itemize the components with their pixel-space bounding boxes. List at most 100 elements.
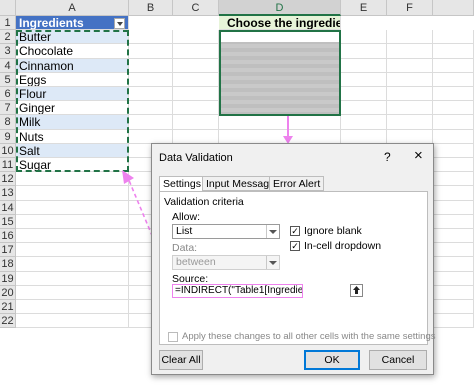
tab-input-message[interactable]: Input Message <box>202 176 279 191</box>
ok-button[interactable]: OK <box>304 350 360 370</box>
grid-cell[interactable] <box>173 129 219 144</box>
grid-cell[interactable] <box>433 271 474 286</box>
row-header[interactable]: 14 <box>0 200 16 215</box>
grid-cell[interactable] <box>433 30 474 45</box>
grid-cell[interactable] <box>433 214 474 229</box>
help-button[interactable]: ? <box>384 150 391 164</box>
selected-range-d[interactable] <box>219 30 341 116</box>
grid-cell[interactable] <box>341 129 387 144</box>
column-header-a[interactable]: A <box>16 0 129 16</box>
grid-cell[interactable] <box>16 271 129 286</box>
grid-cell[interactable] <box>387 58 433 73</box>
apply-all-checkbox[interactable] <box>168 332 178 342</box>
grid-cell[interactable] <box>16 186 129 201</box>
grid-cell[interactable] <box>341 30 387 45</box>
grid-cell[interactable] <box>433 257 474 272</box>
grid-cell[interactable] <box>433 172 474 187</box>
row-header[interactable]: 4 <box>0 58 16 73</box>
grid-cell[interactable] <box>173 58 219 73</box>
allow-select[interactable]: List <box>172 224 280 239</box>
grid-cell[interactable] <box>16 314 129 329</box>
grid-cell[interactable] <box>433 143 474 158</box>
collapse-dialog-button[interactable] <box>350 284 363 297</box>
column-header-f[interactable]: F <box>387 0 433 16</box>
grid-cell[interactable] <box>219 129 341 144</box>
column-header-c[interactable]: C <box>173 0 219 16</box>
grid-cell[interactable] <box>16 285 129 300</box>
grid-cell[interactable] <box>433 285 474 300</box>
grid-cell[interactable] <box>387 30 433 45</box>
row-header[interactable]: 21 <box>0 300 16 315</box>
row-header[interactable]: 3 <box>0 44 16 59</box>
grid-cell[interactable] <box>341 115 387 130</box>
column-header-g[interactable] <box>433 0 474 16</box>
row-header[interactable]: 12 <box>0 172 16 187</box>
grid-cell[interactable] <box>129 30 173 45</box>
grid-cell[interactable] <box>341 72 387 87</box>
grid-cell[interactable] <box>173 87 219 102</box>
ignore-blank-checkbox[interactable]: ✓ <box>290 226 300 236</box>
grid-cell[interactable] <box>387 115 433 130</box>
table-header-ingredients[interactable]: Ingredients <box>16 16 129 30</box>
grid-cell[interactable] <box>129 72 173 87</box>
grid-cell[interactable] <box>387 87 433 102</box>
grid-cell[interactable] <box>173 115 219 130</box>
column-header-d[interactable]: D <box>219 0 341 16</box>
grid-cell[interactable] <box>433 72 474 87</box>
grid-cell[interactable] <box>387 101 433 116</box>
grid-cell[interactable] <box>433 58 474 73</box>
grid-cell[interactable] <box>219 115 341 130</box>
column-header-e[interactable]: E <box>341 0 387 16</box>
cancel-button[interactable]: Cancel <box>369 350 427 370</box>
row-header[interactable]: 18 <box>0 257 16 272</box>
grid-cell[interactable] <box>16 200 129 215</box>
row-header[interactable]: 6 <box>0 87 16 102</box>
grid-cell[interactable] <box>173 44 219 59</box>
in-cell-dropdown-checkbox[interactable]: ✓ <box>290 241 300 251</box>
tab-settings[interactable]: Settings <box>159 176 205 192</box>
grid-cell[interactable] <box>129 115 173 130</box>
grid-cell[interactable] <box>341 44 387 59</box>
row-header[interactable]: 2 <box>0 30 16 45</box>
grid-cell[interactable] <box>387 44 433 59</box>
grid-cell[interactable] <box>387 129 433 144</box>
grid-cell[interactable] <box>341 101 387 116</box>
grid-cell[interactable] <box>433 314 474 329</box>
row-header[interactable]: 17 <box>0 243 16 258</box>
source-input[interactable]: =INDIRECT("Table1[Ingredients]") <box>172 284 303 298</box>
grid-cell[interactable] <box>16 243 129 258</box>
row-header[interactable]: 10 <box>0 143 16 158</box>
selected-range-d-active-cell[interactable] <box>221 32 339 42</box>
grid-cell[interactable] <box>129 129 173 144</box>
grid-cell[interactable] <box>16 257 129 272</box>
grid-cell[interactable] <box>433 129 474 144</box>
row-header[interactable]: 11 <box>0 158 16 173</box>
grid-cell[interactable] <box>433 101 474 116</box>
grid-cell[interactable] <box>433 87 474 102</box>
grid-cell[interactable] <box>173 30 219 45</box>
grid-cell[interactable] <box>173 101 219 116</box>
row-header[interactable]: 13 <box>0 186 16 201</box>
data-select[interactable]: between <box>172 255 280 270</box>
grid-cell[interactable] <box>433 229 474 244</box>
grid-cell[interactable] <box>16 214 129 229</box>
row-header[interactable]: 1 <box>0 16 16 31</box>
grid-cell[interactable] <box>129 101 173 116</box>
grid-cell[interactable] <box>341 87 387 102</box>
grid-cell[interactable] <box>433 243 474 258</box>
grid-cell[interactable] <box>433 115 474 130</box>
row-header[interactable]: 7 <box>0 101 16 116</box>
grid-cell[interactable] <box>433 186 474 201</box>
close-button[interactable]: × <box>414 147 423 164</box>
grid-cell[interactable] <box>433 200 474 215</box>
row-header[interactable]: 5 <box>0 72 16 87</box>
grid-cell[interactable] <box>341 58 387 73</box>
row-header[interactable]: 20 <box>0 285 16 300</box>
grid-cell[interactable] <box>16 300 129 315</box>
filter-dropdown-icon[interactable] <box>114 18 125 29</box>
grid-cell[interactable] <box>173 72 219 87</box>
grid-cell[interactable] <box>129 44 173 59</box>
grid-cell[interactable] <box>129 87 173 102</box>
clear-all-button[interactable]: Clear All <box>159 350 203 370</box>
row-header[interactable]: 19 <box>0 271 16 286</box>
